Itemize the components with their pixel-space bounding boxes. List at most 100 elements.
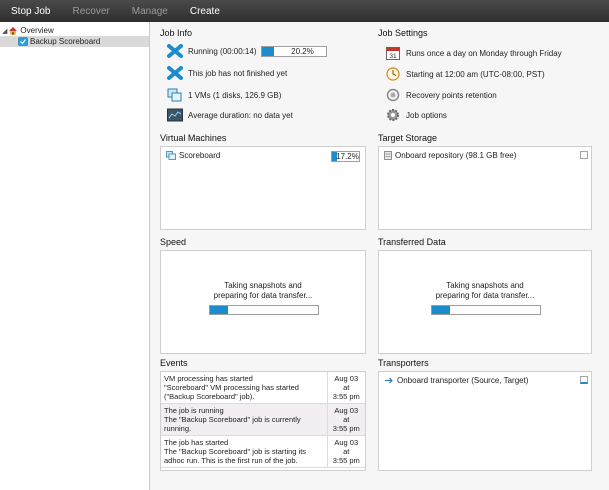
- job-status-row: Running (00:00:14) 20.2%: [167, 43, 327, 59]
- vm-link[interactable]: Scoreboard: [179, 151, 220, 160]
- event-line: "Scoreboard" VM processing has started: [164, 383, 299, 392]
- transporter-icon: [385, 377, 393, 384]
- events-panel: VM processing has started "Scoreboard" VM…: [160, 371, 366, 471]
- tree-item-backup-scoreboard[interactable]: Backup Scoreboard: [0, 36, 149, 47]
- speed-message: Taking snapshots and preparing for data …: [161, 281, 365, 301]
- transferred-progress-fill: [432, 306, 451, 314]
- speed-message-line2: preparing for data transfer...: [213, 291, 313, 300]
- event-row[interactable]: The job is running The "Backup Scoreboard…: [161, 403, 365, 436]
- event-date-line: 3:55 pm: [332, 456, 360, 465]
- event-line: The "Backup Scoreboard" job is currently: [164, 415, 301, 424]
- job-settings-title: Job Settings: [378, 28, 428, 38]
- vm-progress-bar: 17.2%: [331, 151, 360, 162]
- virtual-machines-panel: Scoreboard 17.2%: [160, 146, 366, 230]
- transporter-link[interactable]: Onboard transporter (Source, Target): [397, 376, 528, 385]
- job-dashboard: Job Info Running (00:00:14) 20.2% This j…: [151, 22, 609, 490]
- event-line: ("Backup Scoreboard" job).: [164, 392, 255, 401]
- speed-progress-fill: [210, 306, 229, 314]
- job-finish-row: This job has not finished yet: [167, 65, 287, 81]
- speed-progress-bar: [209, 305, 319, 315]
- recover-button[interactable]: Recover: [61, 0, 120, 22]
- transferred-message-line2: preparing for data transfer...: [435, 291, 535, 300]
- job-info-title: Job Info: [160, 28, 193, 38]
- transporters-panel: Onboard transporter (Source, Target): [378, 371, 592, 471]
- tree-label-backup-scoreboard: Backup Scoreboard: [30, 37, 101, 46]
- start-time-text: Starting at 12:00 am (UTC-08:00, PST): [406, 69, 545, 79]
- speed-panel: Taking snapshots and preparing for data …: [160, 250, 366, 354]
- event-date: Aug 03 at 3:55 pm: [326, 403, 365, 436]
- speed-message-line1: Taking snapshots and: [224, 281, 302, 290]
- clock-icon: [386, 67, 400, 81]
- toolbar: Stop Job Recover Manage Create: [0, 0, 609, 22]
- tree-item-overview[interactable]: ◢ Overview: [0, 25, 149, 36]
- event-line: The job has started: [164, 438, 229, 447]
- event-line: The job is running: [164, 406, 224, 415]
- event-line: adhoc run. This is the first run of the …: [164, 456, 298, 465]
- transferred-message: Taking snapshots and preparing for data …: [379, 281, 591, 301]
- event-date-line: Aug 03 at: [334, 406, 359, 424]
- running-icon: [167, 44, 183, 58]
- events-table: VM processing has started "Scoreboard" VM…: [161, 372, 365, 468]
- manage-button[interactable]: Manage: [121, 0, 179, 22]
- running-icon: [167, 66, 183, 80]
- event-date-line: 3:55 pm: [332, 424, 360, 433]
- collapse-icon[interactable]: ◢: [2, 27, 7, 35]
- calendar-icon: 31: [386, 47, 400, 60]
- avg-duration-row: Average duration: no data yet: [167, 108, 293, 122]
- job-options-link[interactable]: Job options: [406, 111, 447, 120]
- vm-icon: [166, 151, 176, 160]
- event-date: Aug 03 at 3:55 pm: [326, 372, 365, 404]
- repository-link[interactable]: Onboard repository (98.1 GB free): [395, 151, 516, 160]
- event-line: running.: [164, 424, 192, 433]
- transporter-checkbox[interactable]: [580, 376, 588, 384]
- event-row[interactable]: VM processing has started "Scoreboard" VM…: [161, 372, 365, 404]
- job-progress-bar: 20.2%: [260, 45, 327, 57]
- transferred-data-title: Transferred Data: [378, 237, 446, 247]
- repository-row[interactable]: Onboard repository (98.1 GB free): [384, 151, 516, 160]
- avg-duration-text: Average duration: no data yet: [188, 110, 293, 120]
- target-storage-title: Target Storage: [378, 133, 438, 143]
- transporters-title: Transporters: [378, 358, 429, 368]
- vm-summary-text: 1 VMs (1 disks, 126.9 GB): [188, 90, 282, 100]
- event-date-line: Aug 03 at: [334, 374, 359, 392]
- schedule-link[interactable]: Runs once a day on Monday through Friday: [406, 49, 562, 58]
- transferred-message-line1: Taking snapshots and: [446, 281, 524, 290]
- event-line: The "Backup Scoreboard" job is starting …: [164, 447, 307, 456]
- transferred-data-panel: Taking snapshots and preparing for data …: [378, 250, 592, 354]
- repository-checkbox[interactable]: [580, 151, 588, 159]
- retention-link[interactable]: Recovery points retention: [406, 91, 497, 100]
- vms-icon: [167, 88, 182, 102]
- stop-job-button[interactable]: Stop Job: [0, 0, 61, 22]
- event-date: Aug 03 at 3:55 pm: [326, 435, 365, 468]
- schedule-row[interactable]: 31 Runs once a day on Monday through Fri…: [386, 46, 562, 60]
- vm-progress-label: 17.2%: [336, 152, 359, 161]
- tree-label-overview: Overview: [20, 26, 54, 35]
- options-row[interactable]: Job options: [386, 108, 447, 122]
- transporter-row[interactable]: Onboard transporter (Source, Target): [384, 376, 528, 385]
- running-status: Running (00:00:14): [188, 46, 257, 56]
- event-date-line: Aug 03 at: [334, 438, 359, 456]
- event-description: VM processing has started "Scoreboard" VM…: [161, 372, 327, 404]
- create-button[interactable]: Create: [179, 0, 231, 22]
- sidebar-tree: ◢ Overview Backup Scoreboard: [0, 22, 150, 490]
- gear-icon: [387, 109, 399, 121]
- svg-text:31: 31: [389, 53, 397, 60]
- virtual-machines-title: Virtual Machines: [160, 133, 227, 143]
- event-description: The job has started The "Backup Scoreboar…: [161, 435, 327, 468]
- not-finished-text: This job has not finished yet: [188, 68, 288, 78]
- job-progress-fill: [261, 46, 275, 56]
- speed-title: Speed: [160, 237, 187, 247]
- duration-icon: [167, 108, 183, 122]
- event-description: The job is running The "Backup Scoreboard…: [161, 403, 327, 436]
- repository-icon: [384, 151, 392, 160]
- event-line: VM processing has started: [164, 374, 253, 383]
- events-title: Events: [160, 358, 188, 368]
- event-date-line: 3:55 pm: [332, 392, 360, 401]
- start-time-row: Starting at 12:00 am (UTC-08:00, PST): [386, 67, 545, 81]
- retention-icon: [386, 88, 400, 102]
- vm-row[interactable]: Scoreboard: [166, 151, 220, 160]
- transferred-progress-bar: [431, 305, 541, 315]
- retention-row[interactable]: Recovery points retention: [386, 88, 497, 102]
- vm-summary-row: 1 VMs (1 disks, 126.9 GB): [167, 87, 281, 103]
- event-row[interactable]: The job has started The "Backup Scoreboar…: [161, 435, 365, 468]
